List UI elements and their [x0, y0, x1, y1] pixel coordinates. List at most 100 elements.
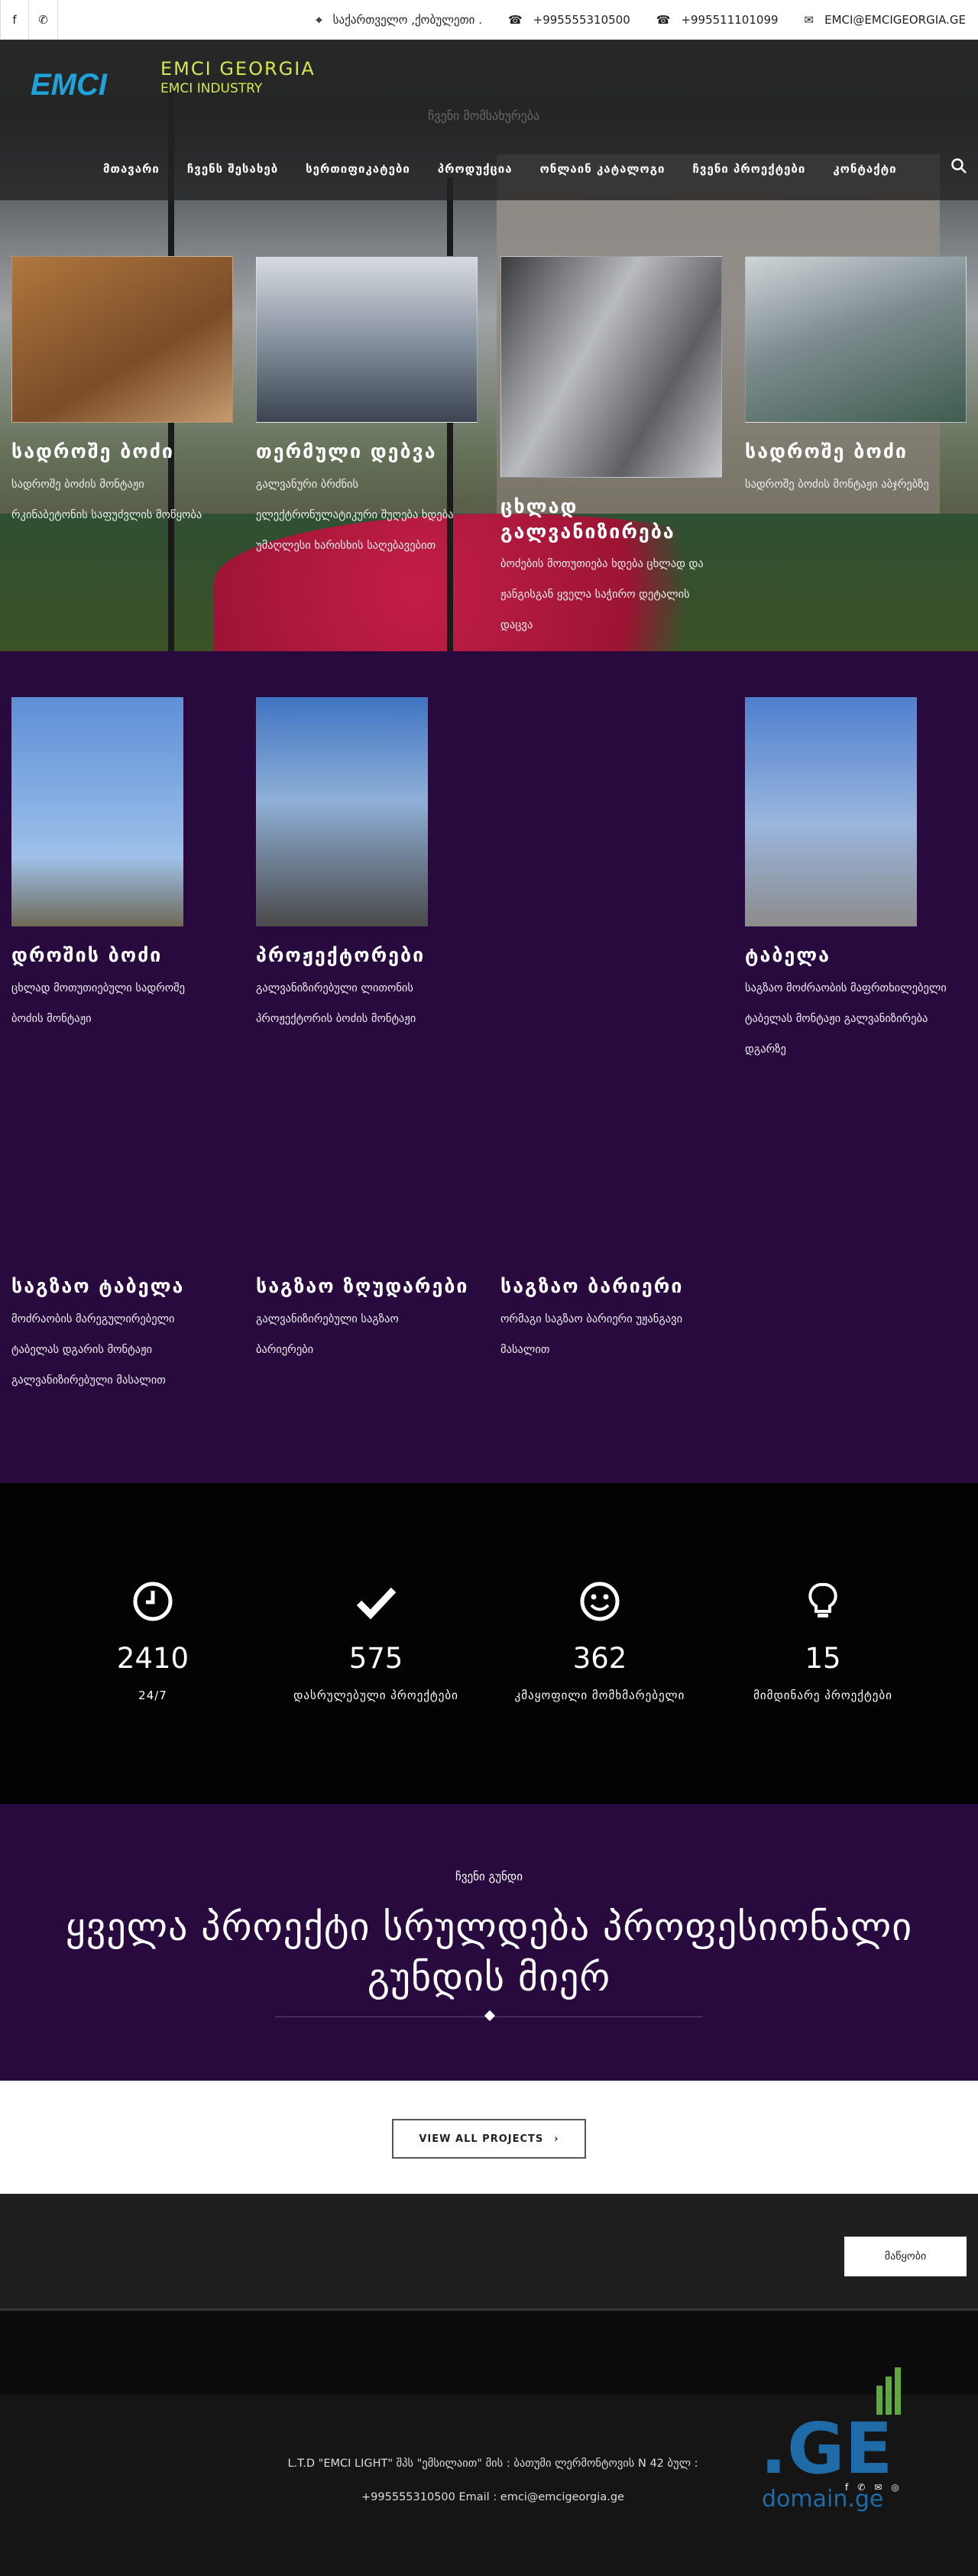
project-card[interactable]: პროჟექტორები გალვანიზირებული ლითონის პროჟ…	[256, 697, 478, 1034]
footer-social: f ✆ ✉ ◎	[845, 2482, 899, 2493]
facebook-icon[interactable]: f	[0, 0, 29, 40]
stat-label: 24/7	[138, 1689, 167, 1702]
facebook-icon[interactable]: f	[845, 2482, 848, 2493]
hero-card-title: ცხლად გალვანიზირება	[500, 495, 675, 543]
stat-counter: 2410 24/7	[38, 1581, 267, 1702]
project-card-title: ტაბელა	[745, 944, 831, 966]
hero-card-image	[500, 256, 722, 478]
footer-address: L.T.D "EMCI LIGHT" შპს "ემსილაით" მის : …	[287, 2458, 698, 2470]
instagram-icon[interactable]: ◎	[891, 2482, 899, 2493]
project-card[interactable]: ტაბელა საგზაო მოძრაობის მაფრთხილებელი ტაბ…	[745, 697, 967, 1065]
project-card-text: გალვანიზირებული ლითონის პროჟექტორის ბოძის…	[256, 981, 416, 1025]
main-nav: მთავარი ჩვენს შესახებ სერთიფიკატები პროდ…	[103, 162, 897, 176]
hero-card[interactable]: სადროშე ბოძი სადროშე ბოძის მონტაჟი რკინაბ…	[11, 256, 233, 530]
map-marker-icon: ⌖	[316, 12, 322, 27]
hero-section: EMCI EMCI GEORGIA EMCI INDUSTRY ჩვენი მო…	[0, 40, 978, 651]
cta-band: მაწყობი	[0, 2194, 978, 2308]
phone-icon: ☎	[507, 12, 523, 27]
hero-card-text: ბოძების მოთუთიება ხდება ცხლად და ჟანგისგა…	[500, 558, 704, 631]
hero-card-text: სადროშე ბოძის მონტაჟი აბჯრებზე	[745, 478, 929, 491]
checkmark-icon	[356, 1587, 397, 1620]
project-card-title: საგზაო ზღუდარები	[256, 1275, 469, 1297]
stats-section: 2410 24/7 575 დასრულებული პროექტები 362 …	[0, 1483, 978, 1804]
stat-label: დასრულებული პროექტები	[293, 1689, 458, 1702]
hero-card[interactable]: სადროშე ბოძი სადროშე ბოძის მონტაჟი აბჯრე…	[745, 256, 967, 500]
project-card-text: საგზაო მოძრაობის მაფრთხილებელი ტაბელას მო…	[745, 981, 947, 1056]
project-card-text: მოძრაობის მარეგულირებელი ტაბელას დგარის მ…	[11, 1312, 175, 1387]
project-card-image	[745, 697, 917, 926]
stat-counter: 362 კმაყოფილი მომხმარებელი	[485, 1581, 714, 1702]
hero-card-title: სადროშე ბოძი	[745, 440, 908, 462]
phone-icon: ☎	[656, 12, 671, 27]
hero-card-title: სადროშე ბოძი	[11, 440, 174, 462]
smiley-icon	[580, 1582, 620, 1621]
hero-card-image	[745, 256, 967, 423]
emci-logo[interactable]: EMCI	[29, 66, 136, 104]
hero-card[interactable]: ცხლად გალვანიზირება ბოძების მოთუთიება ხდ…	[500, 256, 722, 641]
project-card[interactable]: დროშის ბოძი ცხლად მოთუთიებული სადროშე ბოძ…	[11, 697, 233, 1034]
top-bar: f ✆ ⌖ საქართველო ,ქობულეთი . ☎ +9955553105…	[0, 0, 978, 40]
project-card-text: ორმაგი საგზაო ბარიერი უჟანგავი მასალით	[500, 1312, 683, 1356]
envelope-icon: ✉	[804, 12, 814, 27]
whatsapp-icon[interactable]: ✆	[857, 2482, 865, 2493]
contact-info: ⌖ საქართველო ,ქობულეთი . ☎ +995555310500 ☎…	[316, 13, 978, 27]
hero-ghost-text: ჩვენი მომსახურება	[428, 109, 540, 123]
phone-link[interactable]: ☎ +995511101099	[656, 13, 779, 27]
mail-icon[interactable]: ✉	[874, 2482, 882, 2493]
stat-value: 575	[348, 1642, 403, 1675]
clock-icon	[133, 1582, 173, 1621]
nav-item-about[interactable]: ჩვენს შესახებ	[187, 162, 278, 176]
divider-diamond	[484, 2010, 496, 2022]
stat-label: მიმდინარე პროექტები	[753, 1689, 892, 1702]
brand-subtitle: EMCI INDUSTRY	[160, 81, 263, 96]
projects-button-section: VIEW ALL PROJECTS ›	[0, 2081, 978, 2194]
nav-item-home[interactable]: მთავარი	[103, 162, 160, 176]
projects-section: დროშის ბოძი ცხლად მოთუთიებული სადროშე ბოძ…	[0, 651, 978, 1483]
chevron-right-icon: ›	[554, 2133, 559, 2145]
footer-contact: +995555310500 Email : emci@emcigeorgia.g…	[361, 2491, 624, 2503]
nav-item-projects[interactable]: ჩვენი პროექტები	[693, 162, 806, 176]
svg-text:EMCI: EMCI	[31, 68, 108, 102]
stat-counter: 15 მიმდინარე პროექტები	[708, 1581, 938, 1702]
cta-button[interactable]: მაწყობი	[844, 2237, 967, 2276]
stat-label: კმაყოფილი მომხმარებელი	[514, 1689, 685, 1702]
project-card-title: საგზაო ბარიერი	[500, 1275, 684, 1297]
stat-value: 2410	[116, 1642, 189, 1675]
team-section: ჩვენი გუნდი ყველა პროექტი სრულდება პროფე…	[0, 1804, 978, 2081]
view-all-projects-button[interactable]: VIEW ALL PROJECTS ›	[392, 2119, 586, 2159]
hero-card-image	[11, 256, 233, 423]
project-card[interactable]: საგზაო ტაბელა მოძრაობის მარეგულირებელი ტა…	[11, 1274, 233, 1396]
nav-item-contact[interactable]: კონტაქტი	[833, 162, 896, 176]
phone-link[interactable]: ☎ +995555310500	[508, 13, 630, 27]
address: ⌖ საქართველო ,ქობულეთი .	[316, 12, 482, 27]
hero-card-text: გალვანური ბრძნის ელექტრონულატიკური შუღება…	[256, 478, 454, 552]
project-card-text: გალვანიზირებული საგზაო ბარიერები	[256, 1312, 399, 1356]
svg-text:.GE: .GE	[760, 2408, 892, 2490]
team-kicker: ჩვენი გუნდი	[455, 1870, 523, 1883]
footer: L.T.D "EMCI LIGHT" შპს "ემსილაით" მის : …	[0, 2308, 978, 2576]
nav-item-products[interactable]: პროდუქცია	[438, 162, 513, 176]
hero-card-image	[256, 256, 478, 423]
hero-card-text: სადროშე ბოძის მონტაჟი რკინაბეტონის საფუძვ…	[11, 478, 202, 521]
project-card-title: საგზაო ტაბელა	[11, 1275, 185, 1297]
stat-value: 362	[572, 1642, 627, 1675]
email-link[interactable]: ✉ EMCI@EMCIGEORGIA.GE	[805, 13, 966, 27]
project-card-text: ცხლად მოთუთიებული სადროშე ბოძის მონტაჟი	[11, 981, 186, 1025]
project-card-image	[11, 697, 183, 926]
project-card[interactable]: საგზაო ზღუდარები გალვანიზირებული საგზაო ბ…	[256, 1274, 478, 1365]
project-card-image	[256, 697, 428, 926]
hero-card[interactable]: თერმული დებვა გალვანური ბრძნის ელექტრონულ…	[256, 256, 478, 561]
brand-name: EMCI GEORGIA EMCI INDUSTRY	[160, 58, 316, 96]
project-card-title: დროშის ბოძი	[11, 944, 163, 966]
search-icon[interactable]	[950, 157, 968, 175]
nav-item-certificates[interactable]: სერთიფიკატები	[306, 162, 410, 176]
whatsapp-icon[interactable]: ✆	[29, 0, 58, 40]
project-card-title: პროჟექტორები	[256, 944, 426, 966]
lightbulb-icon	[808, 1582, 837, 1617]
hero-card-title: თერმული დებვა	[256, 440, 437, 462]
project-card[interactable]: საგზაო ბარიერი ორმაგი საგზაო ბარიერი უჟა…	[500, 1274, 722, 1365]
nav-item-catalog[interactable]: ონლაინ კატალოგი	[540, 162, 665, 176]
team-headline: ყველა პროექტი სრულდება პროფესიონალი გუნდი…	[65, 1905, 913, 2000]
stat-value: 15	[805, 1642, 841, 1675]
stat-counter: 575 დასრულებული პროექტები	[261, 1581, 491, 1702]
